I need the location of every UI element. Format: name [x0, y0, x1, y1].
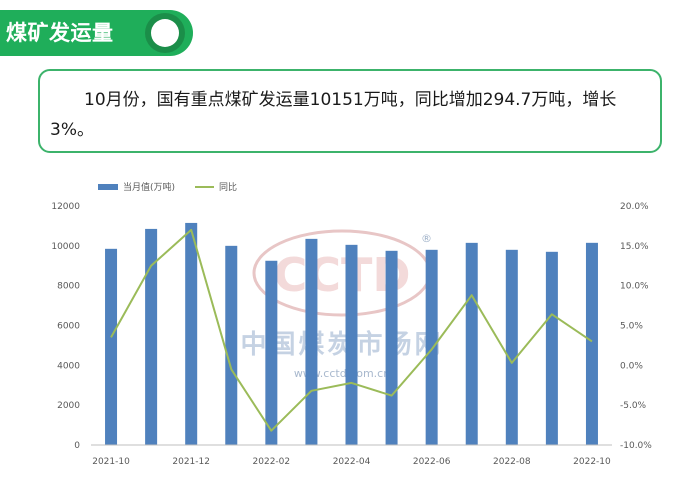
- shipment-chart: CCTD®中国煤炭市场网www.cctd.com.cn 020004000600…: [51, 181, 652, 467]
- y2-tick-label: -10.0%: [620, 441, 652, 451]
- y2-tick-label: 0.0%: [620, 361, 643, 371]
- y2-tick-label: 10.0%: [620, 282, 649, 292]
- y-tick-label: 4000: [57, 361, 80, 371]
- x-tick-label: 2022-08: [493, 457, 531, 467]
- legend-line-label: 同比: [219, 181, 237, 193]
- x-tick-label: 2021-10: [92, 457, 130, 467]
- section-title: 煤矿发运量: [6, 21, 114, 45]
- bar: [345, 244, 358, 445]
- summary-text: 10月份，国有重点煤矿发运量10151万吨，同比增加294.7万吨，增长3%。: [50, 90, 617, 140]
- bar: [105, 248, 118, 445]
- bar: [305, 238, 318, 445]
- y-tick-label: 12000: [51, 202, 80, 212]
- x-tick-label: 2021-12: [172, 457, 210, 467]
- bar: [185, 222, 198, 445]
- bar: [265, 260, 278, 445]
- y2-tick-label: 15.0%: [620, 242, 649, 252]
- bar: [585, 242, 598, 445]
- bar: [505, 249, 518, 445]
- y2-tick-label: 20.0%: [620, 202, 649, 212]
- bar: [385, 250, 398, 445]
- header-circle-icon: [145, 13, 185, 53]
- x-tick-label: 2022-02: [253, 457, 291, 467]
- legend-bar-label: 当月值(万吨): [123, 181, 175, 193]
- y-tick-label: 10000: [51, 242, 80, 252]
- chart-legend: 当月值(万吨) 同比: [98, 181, 237, 193]
- header-banner: 煤矿发运量: [0, 10, 193, 56]
- x-tick-label: 2022-04: [333, 457, 371, 467]
- y2-tick-label: 5.0%: [620, 322, 643, 332]
- y-tick-label: 6000: [57, 322, 80, 332]
- bar: [425, 249, 438, 445]
- header-circle-inner: [151, 19, 179, 47]
- summary-box: 10月份，国有重点煤矿发运量10151万吨，同比增加294.7万吨，增长3%。: [38, 69, 662, 153]
- bar: [545, 251, 558, 445]
- y2-tick-label: -5.0%: [620, 401, 647, 411]
- bar: [465, 242, 478, 445]
- legend-bar-swatch: [98, 184, 118, 190]
- x-tick-label: 2022-06: [413, 457, 451, 467]
- y-tick-label: 2000: [57, 401, 80, 411]
- watermark-registered-mark: ®: [421, 232, 432, 245]
- y-tick-label: 0: [74, 441, 80, 451]
- y-tick-label: 8000: [57, 282, 80, 292]
- x-tick-label: 2022-10: [573, 457, 611, 467]
- bar: [225, 245, 238, 445]
- bar-series: [105, 222, 598, 445]
